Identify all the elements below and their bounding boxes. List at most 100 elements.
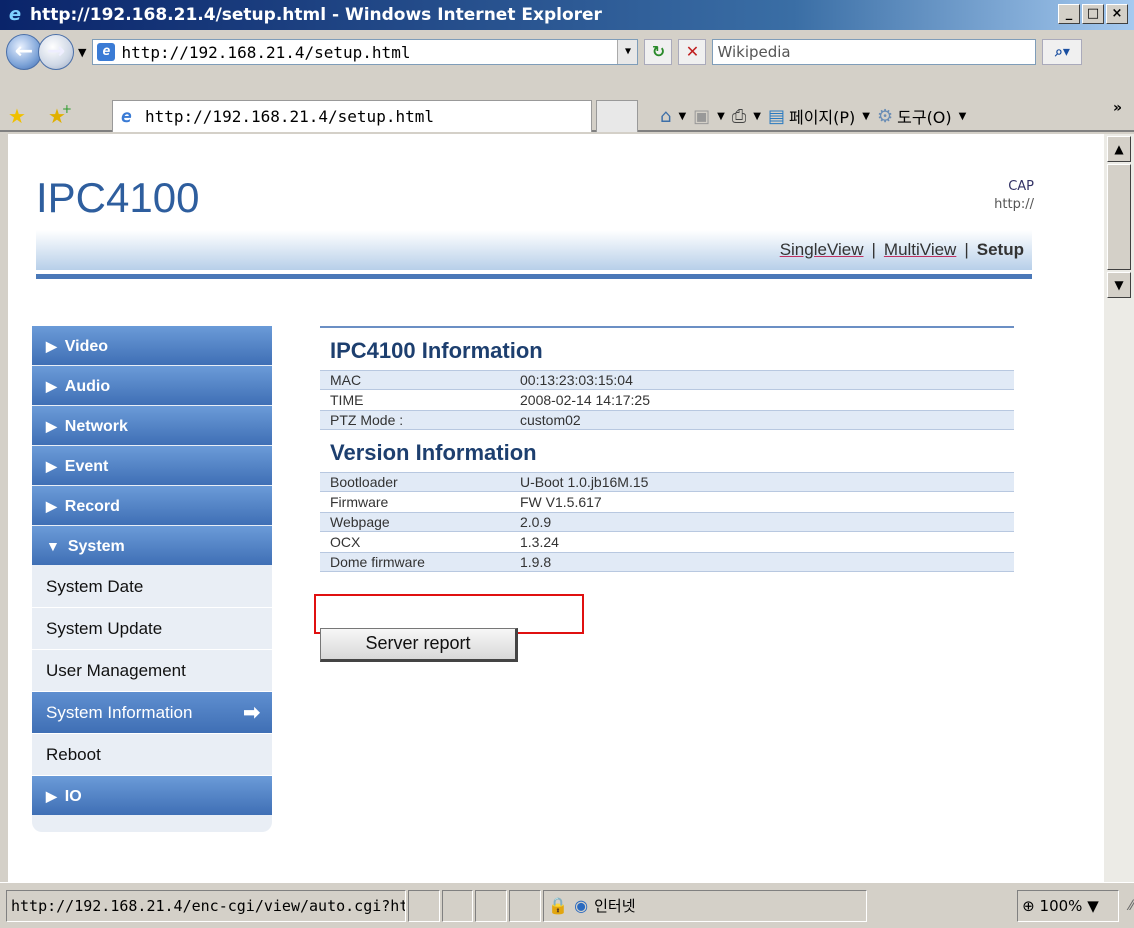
favorites-star-icon[interactable]: ★	[8, 104, 26, 128]
home-icon[interactable]: ⌂	[660, 106, 671, 127]
search-button[interactable]: ⌕▾	[1042, 39, 1083, 65]
collapsed-triangle-icon: ▶	[46, 458, 57, 474]
submenu-system-information[interactable]: System Information ➡	[32, 692, 272, 734]
refresh-button[interactable]: ↻	[644, 39, 673, 65]
menu-system[interactable]: ▼ System	[32, 526, 272, 566]
info-value: 00:13:23:03:15:04	[520, 372, 633, 388]
vertical-scrollbar[interactable]: ▲ ▼	[1104, 134, 1134, 882]
version-key: Dome firmware	[330, 554, 425, 570]
page-icon-menu: ▤	[767, 105, 785, 127]
menu-audio[interactable]: ▶ Audio	[32, 366, 272, 406]
add-favorite-icon[interactable]: ★ +	[48, 102, 72, 128]
tab-current[interactable]: e http://192.168.21.4/setup.html	[112, 100, 592, 132]
info-row: MAC 00:13:23:03:15:04	[320, 370, 1014, 390]
tools-menu[interactable]: 도구(O)	[897, 104, 952, 128]
menu-record-label: Record	[64, 498, 120, 515]
home-dropdown-icon[interactable]: ▼	[678, 111, 686, 122]
tools-dropdown-icon[interactable]: ▼	[959, 111, 967, 122]
version-value: 1.9.8	[520, 554, 552, 570]
address-input[interactable]: e http://192.168.21.4/setup.html ▼	[92, 39, 639, 65]
info-value: 2008-02-14 14:17:25	[520, 392, 650, 408]
search-input[interactable]: Wikipedia	[712, 39, 1037, 65]
right-arrow-icon: ➡	[243, 702, 260, 724]
print-dropdown-icon[interactable]: ▼	[753, 111, 761, 122]
setup-link[interactable]: Setup	[977, 240, 1024, 260]
feeds-icon[interactable]: ▣	[693, 106, 710, 127]
new-tab-button[interactable]	[596, 100, 638, 132]
address-dropdown-icon[interactable]: ▼	[617, 40, 638, 64]
info-panel: IPC4100 Information MAC 00:13:23:03:15:0…	[320, 326, 1014, 572]
server-report-button[interactable]: Server report	[320, 628, 518, 662]
ie-logo-icon: e	[8, 4, 22, 25]
maximize-button[interactable]: □	[1082, 4, 1104, 24]
info-value: custom02	[520, 412, 581, 428]
page-menu[interactable]: 페이지(P)	[789, 104, 855, 128]
scroll-thumb[interactable]	[1107, 164, 1131, 270]
expanded-triangle-icon: ▼	[46, 538, 60, 554]
submenu-system-date[interactable]: System Date	[32, 566, 272, 608]
feeds-dropdown-icon[interactable]: ▼	[717, 111, 725, 122]
command-bar: ⌂ ▼ ▣ ▼ ⎙ ▼ ▤ 페이지(P) ▼ ⚙ 도구(O) ▼	[660, 100, 969, 132]
stop-button[interactable]: ✕	[678, 39, 707, 65]
more-chevron-icon[interactable]: »	[1113, 100, 1122, 116]
window-titlebar: e http://192.168.21.4/setup.html - Windo…	[0, 0, 1134, 30]
submenu-system-information-label: System Information	[46, 703, 193, 722]
status-panel	[407, 889, 440, 922]
window-title: http://192.168.21.4/setup.html - Windows…	[30, 5, 602, 25]
favorites-row: ★ ★ + e http://192.168.21.4/setup.html ⌂ ▼…	[0, 74, 1134, 132]
menu-event[interactable]: ▶ Event	[32, 446, 272, 486]
protected-mode-icon[interactable]: 🔒	[548, 891, 568, 921]
version-key: Bootloader	[330, 474, 398, 490]
version-row: Webpage 2.0.9	[320, 512, 1014, 532]
status-panel	[441, 889, 474, 922]
submenu-user-management[interactable]: User Management	[32, 650, 272, 692]
scroll-up-button[interactable]: ▲	[1107, 136, 1131, 162]
zoom-control[interactable]: ⊕ 100% ▼	[1017, 889, 1120, 922]
zone-label: 인터넷	[594, 896, 636, 915]
link-separator: |	[964, 240, 969, 259]
tab-page-icon: e	[121, 105, 132, 127]
scroll-down-button[interactable]: ▼	[1107, 272, 1131, 298]
menu-io[interactable]: ▶ IO	[32, 776, 272, 816]
nav-band-line	[36, 274, 1032, 279]
close-button[interactable]: ×	[1106, 4, 1128, 24]
page-dropdown-icon[interactable]: ▼	[862, 111, 870, 122]
version-key: Firmware	[330, 494, 389, 510]
print-icon[interactable]: ⎙	[732, 106, 746, 127]
multiview-link[interactable]: MultiView	[884, 240, 956, 260]
version-value: U-Boot 1.0.jb16M.15	[520, 474, 649, 490]
resize-grip-icon[interactable]: ⁄⁄	[1129, 898, 1134, 914]
menu-network[interactable]: ▶ Network	[32, 406, 272, 446]
status-url: http://192.168.21.4/enc-cgi/view/auto.cg…	[6, 889, 406, 922]
menu-video-label: Video	[64, 338, 109, 355]
version-key: Webpage	[330, 514, 390, 530]
collapsed-triangle-icon: ▶	[46, 418, 57, 434]
menu-record[interactable]: ▶ Record	[32, 486, 272, 526]
version-value: 2.0.9	[520, 514, 552, 530]
version-row: Dome firmware 1.9.8	[320, 552, 1014, 572]
menu-video[interactable]: ▶ Video	[32, 326, 272, 366]
status-panel	[475, 889, 508, 922]
tools-gear-icon: ⚙	[876, 105, 894, 127]
singleview-link[interactable]: SingleView	[780, 240, 864, 260]
history-dropdown-icon[interactable]: ▼	[78, 46, 86, 59]
brand-title: IPC4100	[36, 174, 200, 221]
page-icon: e	[97, 43, 116, 61]
menu-io-label: IO	[64, 788, 82, 805]
forward-button[interactable]: →	[38, 34, 74, 70]
version-value: FW V1.5.617	[520, 494, 602, 510]
menu-footer	[32, 816, 272, 832]
submenu-reboot[interactable]: Reboot	[32, 734, 272, 776]
zoom-dropdown-icon[interactable]: ▼	[1087, 897, 1099, 915]
minimize-button[interactable]: _	[1058, 4, 1080, 24]
back-button[interactable]: ←	[6, 34, 42, 70]
zoom-icon: ⊕	[1022, 896, 1035, 915]
collapsed-triangle-icon: ▶	[46, 378, 57, 394]
submenu-system-update[interactable]: System Update	[32, 608, 272, 650]
info-key: PTZ Mode :	[330, 412, 404, 428]
version-row: OCX 1.3.24	[320, 532, 1014, 552]
menu-event-label: Event	[64, 458, 109, 475]
zoom-level: 100%	[1039, 896, 1083, 915]
status-bar: http://192.168.21.4/enc-cgi/view/auto.cg…	[0, 882, 1134, 928]
status-zone: 🔒 ◉ 인터넷	[543, 889, 868, 922]
